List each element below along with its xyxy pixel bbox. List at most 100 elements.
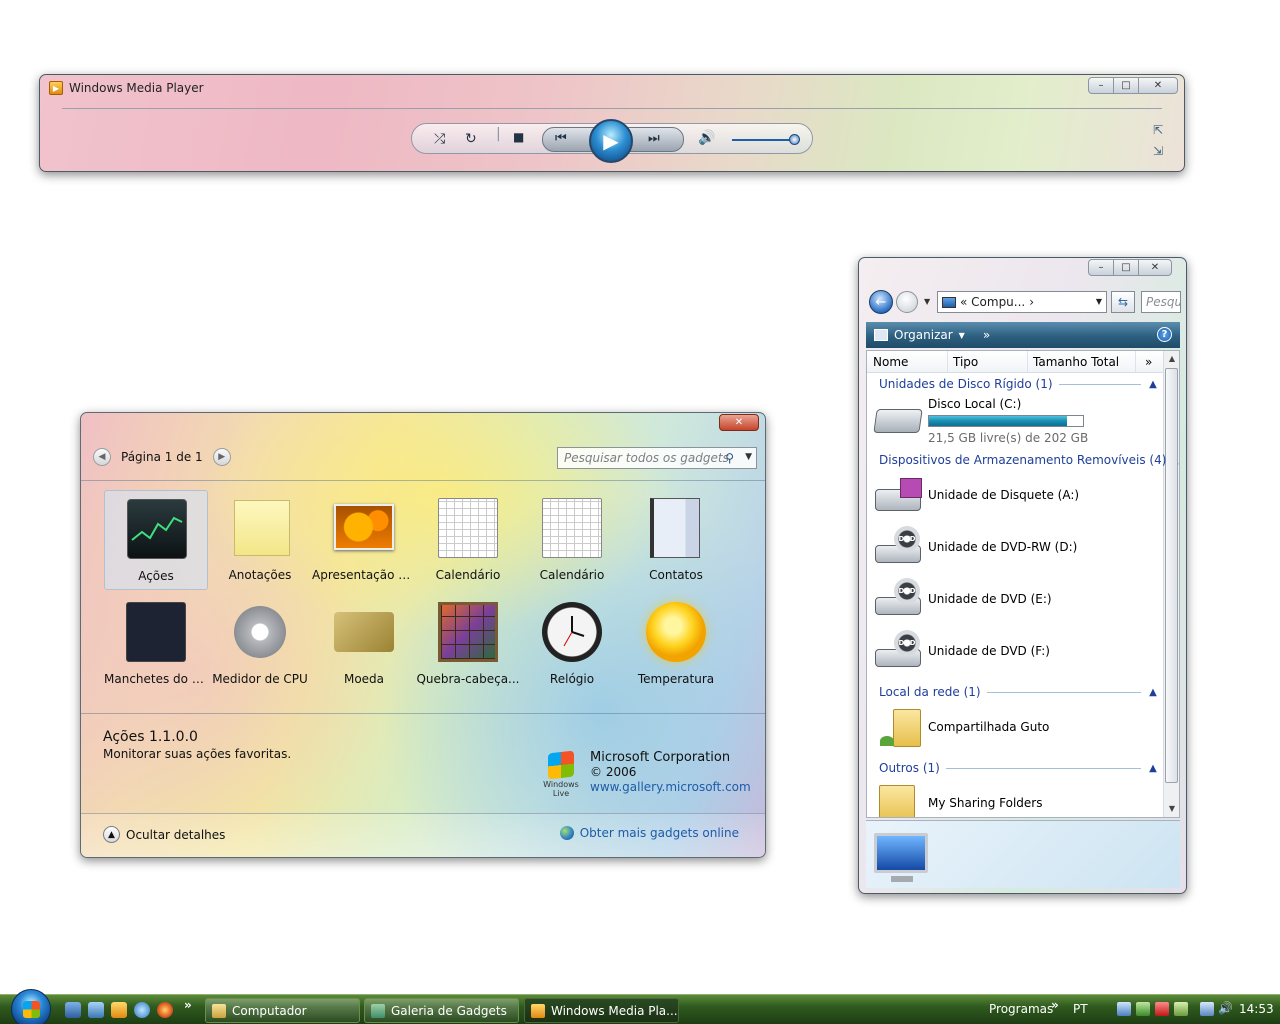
minimize-button[interactable]: – xyxy=(1088,259,1114,276)
drive-item-dvd-e[interactable]: Unidade de DVD (E:) xyxy=(875,575,1155,623)
previous-page-button[interactable]: ◀ xyxy=(93,448,111,466)
scroll-up-icon[interactable]: ▲ xyxy=(1164,351,1179,367)
chevron-down-icon[interactable]: ▼ xyxy=(1096,297,1102,306)
column-divider[interactable] xyxy=(1027,351,1028,373)
column-divider[interactable] xyxy=(1135,351,1136,373)
stop-button[interactable]: ■ xyxy=(513,130,524,144)
taskbar-button-computer[interactable]: Computador xyxy=(205,998,360,1023)
programs-more[interactable]: » xyxy=(1051,998,1059,1012)
get-more-gadgets-link[interactable]: Obter mais gadgets online xyxy=(559,826,739,840)
start-button[interactable] xyxy=(11,989,51,1024)
maximize-button[interactable]: □ xyxy=(1113,259,1139,276)
switch-windows-icon[interactable] xyxy=(88,1002,104,1018)
network-icon[interactable] xyxy=(1200,1002,1214,1016)
minimize-button[interactable]: – xyxy=(1088,77,1114,94)
volume-icon[interactable]: 🔊 xyxy=(1218,1001,1233,1015)
breadcrumb-arrow[interactable]: › xyxy=(1029,295,1034,309)
gadget-weather[interactable]: Temperatura xyxy=(624,594,728,694)
refresh-button[interactable]: ⇆ xyxy=(1111,291,1135,313)
item-name: Disco Local (C:) xyxy=(928,397,1022,411)
group-header[interactable]: Unidades de Disco Rígido (1) ▲ xyxy=(879,376,1159,392)
scroll-down-icon[interactable]: ▼ xyxy=(1164,801,1179,817)
clock[interactable]: 14:53 xyxy=(1239,1002,1274,1016)
chevron-up-icon[interactable]: ▲ xyxy=(1147,687,1159,698)
drive-item-dvd-f[interactable]: Unidade de DVD (F:) xyxy=(875,627,1155,675)
play-button[interactable]: ▶ xyxy=(589,119,633,163)
shared-folder-icon xyxy=(880,709,921,747)
taskbar-button-media-player[interactable]: Windows Media Pla... xyxy=(524,998,679,1023)
address-bar[interactable]: « Compu... › ▼ xyxy=(937,291,1107,313)
close-button[interactable]: ✕ xyxy=(719,414,759,431)
item-name: My Sharing Folders xyxy=(928,796,1043,810)
chevron-up-icon[interactable]: ▲ xyxy=(1178,455,1179,466)
chevron-down-icon[interactable]: ▼ xyxy=(959,331,965,340)
language-indicator[interactable]: PT xyxy=(1073,1002,1088,1016)
seek-bar[interactable] xyxy=(62,108,1162,109)
group-header[interactable]: Dispositivos de Armazenamento Removíveis… xyxy=(879,452,1179,468)
vertical-scrollbar[interactable]: ▲ ▼ xyxy=(1163,351,1179,817)
gadget-stocks[interactable]: Ações xyxy=(104,490,208,590)
firefox-icon[interactable] xyxy=(157,1002,173,1018)
other-item-sharing-folders[interactable]: My Sharing Folders xyxy=(875,779,1155,817)
search-icon[interactable]: ⚲ xyxy=(725,451,734,465)
column-divider[interactable] xyxy=(947,351,948,373)
column-type[interactable]: Tipo xyxy=(953,355,978,369)
next-button[interactable]: ⏭ xyxy=(648,131,660,146)
column-total-size[interactable]: Tamanho Total xyxy=(1033,355,1119,369)
repeat-icon[interactable]: ↻ xyxy=(465,131,477,147)
gadget-notes[interactable]: Anotações xyxy=(208,490,312,590)
more-commands-button[interactable]: » xyxy=(983,328,990,342)
compact-mode-icon[interactable]: ⇲ xyxy=(1151,144,1165,158)
volume-knob[interactable] xyxy=(789,134,800,145)
group-header[interactable]: Outros (1) ▲ xyxy=(879,760,1159,776)
chevron-down-icon[interactable]: ▼ xyxy=(745,452,752,462)
recent-pages-dropdown[interactable]: ▼ xyxy=(924,297,930,306)
gadget-feed-headlines[interactable]: Manchetes do F... xyxy=(104,594,208,694)
tray-app-icon[interactable] xyxy=(1136,1002,1150,1016)
close-button[interactable]: ✕ xyxy=(1138,259,1172,276)
chevron-up-icon[interactable]: ▲ xyxy=(1147,763,1159,774)
gadget-clock[interactable]: Relógio xyxy=(520,594,624,694)
organize-menu[interactable]: Organizar xyxy=(894,328,953,342)
gadget-currency[interactable]: Moeda xyxy=(312,594,416,694)
gadget-puzzle[interactable]: Quebra-cabeça... xyxy=(416,594,520,694)
network-item-shared[interactable]: Compartilhada Guto xyxy=(875,703,1155,751)
programs-toolbar[interactable]: Programas xyxy=(989,1002,1053,1016)
tray-app-icon[interactable] xyxy=(1117,1002,1131,1016)
hide-details-button[interactable]: ▲ Ocultar detalhes xyxy=(103,826,225,843)
taskbar-button-gadget-gallery[interactable]: Galeria de Gadgets xyxy=(364,998,519,1023)
next-page-button[interactable]: ▶ xyxy=(212,448,231,466)
gadget-calendar[interactable]: Calendário xyxy=(520,490,624,590)
media-player-icon[interactable] xyxy=(111,1002,127,1018)
switch-to-library-icon[interactable]: ⇱ xyxy=(1151,123,1165,137)
show-desktop-icon[interactable] xyxy=(65,1002,81,1018)
sort-icon: ˆ xyxy=(983,350,988,357)
internet-explorer-icon[interactable] xyxy=(134,1002,150,1018)
gadget-calendar[interactable]: Calendário xyxy=(416,490,520,590)
drive-item-local-disk[interactable]: Disco Local (C:) 21,5 GB livre(s) de 202… xyxy=(873,395,1155,445)
close-button[interactable]: ✕ xyxy=(1138,77,1178,94)
group-header[interactable]: Local da rede (1) ▲ xyxy=(879,684,1159,700)
previous-button[interactable]: ⏮ xyxy=(555,131,567,146)
shuffle-icon[interactable]: ⤮ xyxy=(434,131,445,147)
drive-item-dvd-rw[interactable]: Unidade de DVD-RW (D:) xyxy=(875,523,1155,571)
scroll-thumb[interactable] xyxy=(1165,368,1178,783)
gadget-cpu-meter[interactable]: Medidor de CPU xyxy=(208,594,312,694)
volume-icon[interactable]: 🔊 xyxy=(698,130,715,146)
forward-button[interactable] xyxy=(896,291,918,313)
help-icon[interactable]: ? xyxy=(1157,327,1172,342)
antivirus-icon[interactable] xyxy=(1155,1002,1169,1016)
search-input[interactable]: Pesqu xyxy=(1141,291,1181,313)
tray-app-icon[interactable] xyxy=(1174,1002,1188,1016)
more-columns-button[interactable]: » xyxy=(1145,355,1152,369)
quick-launch-more[interactable]: » xyxy=(184,998,192,1012)
gadget-slideshow[interactable]: Apresentação d... xyxy=(312,490,416,590)
publisher-link[interactable]: www.gallery.microsoft.com xyxy=(590,780,751,794)
column-name[interactable]: Nome xyxy=(873,355,908,369)
chevron-up-icon[interactable]: ▲ xyxy=(1147,379,1159,390)
back-button[interactable]: ← xyxy=(869,290,893,314)
maximize-button[interactable]: □ xyxy=(1113,77,1139,94)
gadget-search-input[interactable]: Pesquisar todos os gadgets ⚲ ▼ xyxy=(557,447,757,469)
drive-item-floppy[interactable]: Unidade de Disquete (A:) xyxy=(875,471,1155,519)
gadget-contacts[interactable]: Contatos xyxy=(624,490,728,590)
